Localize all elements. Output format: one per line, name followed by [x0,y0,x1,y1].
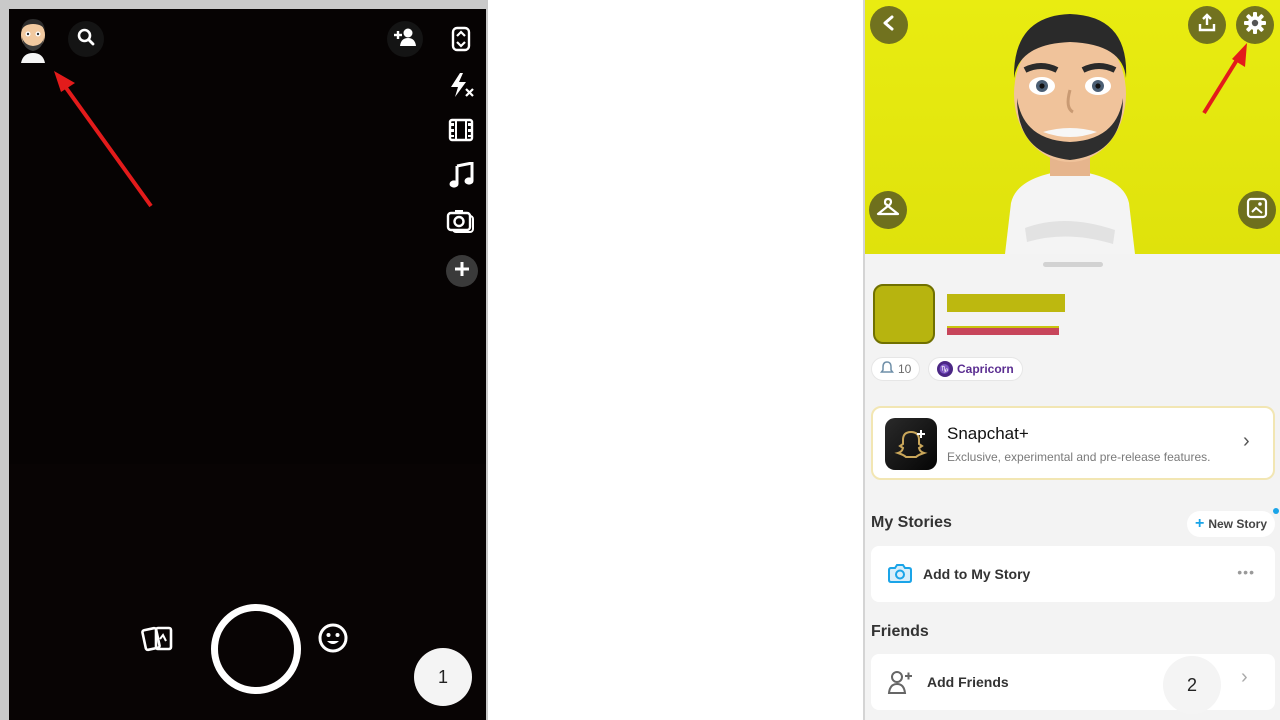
snapchat-plus-subtitle: Exclusive, experimental and pre-release … [947,450,1211,464]
more-tools-button[interactable] [446,255,478,287]
camera-icon [887,561,913,590]
snapscore-value: 10 [898,362,912,376]
camera-viewfinder: 1 [9,9,486,720]
add-friend-icon [887,669,913,700]
snapcode-avatar[interactable] [873,284,935,344]
tutorial-screenshot: 1 10 ♑ Capricorn Snapchat+ Exclusive, ex… [0,0,1280,720]
bitmoji-portrait [1005,14,1135,254]
step-number-badge: 2 [1163,656,1221,714]
sheet-grabber[interactable] [1043,262,1103,267]
hanger-icon [876,197,900,224]
add-friends-label: Add Friends [927,674,1009,690]
camera-screen-frame: 1 [0,0,488,720]
more-options-icon[interactable]: ••• [1237,564,1255,580]
zodiac-chip[interactable]: ♑ Capricorn [928,357,1023,381]
red-arrow-annotation [1202,43,1247,115]
snapchat-plus-card[interactable]: Snapchat+ Exclusive, experimental and pr… [871,406,1275,480]
smiley-lens-icon [317,622,349,659]
red-arrow-annotation [54,71,153,208]
add-to-my-story-label: Add to My Story [923,566,1031,582]
chevron-left-icon [880,14,898,37]
redacted-username [947,326,1059,335]
snapscore-icon [880,360,894,378]
my-stories-heading: My Stories [871,514,952,531]
new-story-label: New Story [1208,517,1268,531]
selfie-image-icon [1246,197,1268,224]
share-upload-icon [1197,12,1217,38]
profile-screen: 10 ♑ Capricorn Snapchat+ Exclusive, expe… [863,0,1280,720]
lenses-button[interactable] [315,622,351,658]
snapscore-chip[interactable]: 10 [871,357,921,381]
memories-button[interactable] [140,623,176,659]
capricorn-zodiac-icon: ♑ [937,361,953,377]
zodiac-label: Capricorn [957,362,1014,376]
plus-icon [453,260,471,283]
snapchat-plus-logo-icon [885,418,937,470]
plus-icon: + [1195,515,1205,532]
profile-header [865,0,1280,254]
profile-body: 10 ♑ Capricorn Snapchat+ Exclusive, expe… [865,254,1280,720]
notification-dot [1273,508,1279,514]
new-story-button[interactable]: + New Story [1187,511,1276,537]
snapchat-plus-title: Snapchat+ [947,424,1029,443]
capture-button[interactable] [211,604,301,694]
chevron-right-icon: › [1243,430,1250,452]
friends-heading: Friends [871,623,929,640]
selfie-button[interactable] [1238,191,1276,229]
add-to-my-story-row[interactable]: Add to My Story ••• [871,546,1275,602]
back-button[interactable] [870,6,908,44]
step-number-badge: 1 [414,648,472,706]
memories-cards-icon [140,623,176,660]
wardrobe-button[interactable] [869,191,907,229]
chevron-right-icon: › [1241,666,1248,688]
redacted-display-name [947,294,1065,312]
